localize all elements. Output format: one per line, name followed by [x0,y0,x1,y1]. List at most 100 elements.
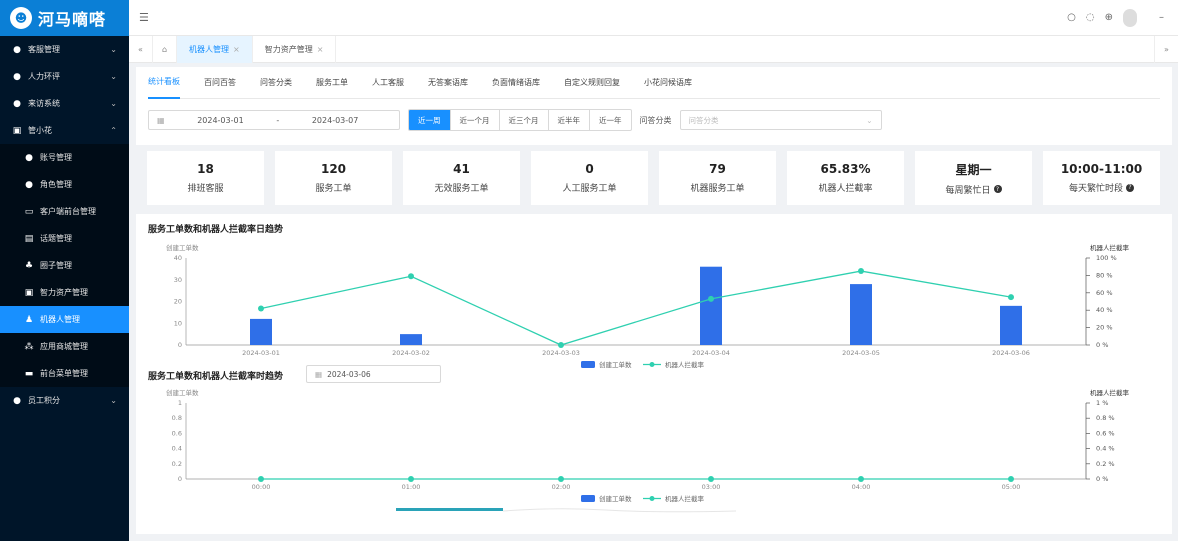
globe-icon[interactable]: ⊕ [1105,12,1113,23]
stat-card: 0 人工服务工单 [531,151,648,205]
line-point[interactable] [1008,294,1014,301]
subtab-8[interactable]: 小花问候语库 [644,67,692,99]
table-icon: ▤ [24,233,34,244]
subtab-2[interactable]: 问答分类 [260,67,292,99]
avatar[interactable] [1123,8,1137,27]
sidebar-item-sidebar-sub_items-4[interactable]: ♣ 圈子管理 [0,252,129,279]
subtab-0[interactable]: 统计看板 [148,67,180,99]
subtab-7[interactable]: 自定义规则回复 [564,67,620,99]
line-point[interactable] [258,305,264,312]
subtab-6[interactable]: 负面情绪语库 [492,67,540,99]
line-point[interactable] [558,342,564,348]
close-icon[interactable]: × [317,45,324,54]
sidebar-item-sidebar-sub_items-7[interactable]: ⁂ 应用商城管理 [0,333,129,360]
chevron-down-icon: ⌄ [110,396,117,405]
menu-icon: ▬ [24,368,34,379]
line-point[interactable] [558,476,564,482]
legend-label: 机器人拦截率 [665,360,705,369]
legend-line-dot [649,362,655,367]
bar[interactable] [850,284,872,345]
sidebar-item-sidebar-items-1[interactable]: ● 人力环评 ⌄ [0,63,129,90]
search-icon[interactable]: ○ [1067,12,1076,23]
scroll-right-icon[interactable]: » [1154,35,1178,63]
bar[interactable] [700,266,722,345]
tab-0[interactable]: 机器人管理 × [177,35,253,63]
sidebar-item-label: 客服管理 [28,45,60,54]
sidebar-item-sidebar-sub_items-6[interactable]: ♟ 机器人管理 [0,306,129,333]
user-icon: ● [25,179,33,190]
user-icon: ● [13,395,21,406]
range-button-1[interactable]: 近一个月 [449,110,499,130]
range-button-4[interactable]: 近一年 [589,110,631,130]
line-point[interactable] [1008,476,1014,482]
y2-tick-label: 100 % [1096,254,1117,262]
close-icon[interactable]: × [233,45,240,54]
help-icon[interactable]: ? [1126,183,1134,192]
robot-icon: ♟ [24,314,34,325]
tab-1[interactable]: 智力资产管理 × [253,35,337,63]
x-tick-label: 2024-03-05 [842,349,880,357]
date-separator: - [276,115,280,125]
category-select[interactable]: 问答分类 ⌄ [679,110,882,130]
stat-card: 41 无效服务工单 [403,151,520,205]
line-point[interactable] [258,476,264,482]
sidebar-item-sidebar-items-2[interactable]: ● 来访系统 ⌄ [0,90,129,117]
home-icon[interactable]: ⌂ [153,35,177,63]
subtab-5[interactable]: 无答案语库 [428,67,468,99]
subtab-1[interactable]: 百问百答 [204,67,236,99]
line-point[interactable] [858,476,864,482]
sidebar-item-sidebar-sub_items-3[interactable]: ▤ 话题管理 [0,225,129,252]
x-tick-label: 04:00 [852,483,871,491]
y2-tick-label: 1 % [1096,399,1108,407]
logo[interactable]: ☻ 河马嘀嗒 [0,0,129,36]
stat-card: 79 机器服务工单 [659,151,776,205]
stat-label-wrap: 机器人拦截率 [818,181,872,194]
sidebar-item-sidebar-items-0[interactable]: ● 客服管理 ⌄ [0,36,129,63]
menu-fold-icon[interactable]: ☰ [139,11,149,24]
subtab-4[interactable]: 人工客服 [372,67,404,99]
x-tick-label: 2024-03-06 [992,349,1030,357]
stat-label-wrap: 排班客服 [187,181,223,194]
y2-axis-label: 机器人拦截率 [1090,243,1130,252]
sidebar-item-label: 话题管理 [40,234,72,243]
hippo-logo-icon: ☻ [10,7,32,29]
zoom-slider-handle[interactable] [396,508,503,511]
line-point[interactable] [408,476,414,482]
sidebar-item-sidebar-items-3[interactable]: ▣ 管小花 ⌃ [0,117,129,144]
line-point[interactable] [408,273,414,280]
date-range-picker[interactable]: ▦ 2024-03-01 - 2024-03-07 [148,110,400,130]
help-icon[interactable]: ? [993,185,1002,193]
line-point[interactable] [708,295,714,302]
line-point[interactable] [858,268,864,275]
range-button-2[interactable]: 近三个月 [498,110,548,130]
x-tick-label: 2024-03-03 [542,349,580,357]
zoom-slider-track[interactable] [502,508,737,513]
bar[interactable] [400,334,422,345]
sidebar-item-sidebar-sub_items-5[interactable]: ▣ 智力资产管理 [0,279,129,306]
chevron-down-icon: ⌄ [110,45,117,54]
bar[interactable] [1000,305,1022,345]
grid-icon: ▣ [24,287,34,298]
bar[interactable] [250,318,272,345]
stat-cards: 18 排班客服 120 服务工单 41 无效服务工单 0 人工服务工单 79 机器服务工单 65.8… [136,151,1172,205]
bell-icon[interactable]: ◌ [1086,12,1095,23]
sidebar-item-sidebar-sub_items-0[interactable]: ● 账号管理 [0,144,129,171]
sidebar-item-sidebar-sub_items-1[interactable]: ● 角色管理 [0,171,129,198]
y-axis-label: 创建工单数 [166,388,199,397]
filter-panel: 统计看板 百问百答 问答分类 服务工单 人工客服 无答案语库 负面情绪语库 自定义规则回复 小花… [136,67,1172,145]
sidebar-item-sidebar-sub_items-8[interactable]: ▬ 前台菜单管理 [0,360,129,387]
range-button-3[interactable]: 近半年 [547,110,590,130]
sidebar-item-sidebar-sub_items-2[interactable]: ▭ 客户端前台管理 [0,198,129,225]
more-icon[interactable]: – [1159,12,1164,23]
brand-name: 河马嘀嗒 [38,10,107,29]
sidebar: ☻ 河马嘀嗒 ● 客服管理 ⌄ ● 人力环评 ⌄ ● 来访系统 ⌄ ▣ 管小花 ⌃ ● 账号管理 ● 角色管… [0,0,129,541]
chevron-up-icon: ⌃ [110,126,117,135]
line-point[interactable] [708,476,714,482]
scroll-left-icon[interactable]: « [129,35,153,63]
sidebar-item-sidebar-last_item[interactable]: ● 员工积分 ⌄ [0,387,129,414]
y2-tick-label: 0.6 % [1096,429,1115,437]
range-button-0[interactable]: 近一周 [409,110,450,130]
x-tick-label: 00:00 [252,483,271,491]
subtab-3[interactable]: 服务工单 [316,67,348,99]
main-content: 统计看板 百问百答 问答分类 服务工单 人工客服 无答案语库 负面情绪语库 自定义规则回复 小花… [136,67,1172,541]
